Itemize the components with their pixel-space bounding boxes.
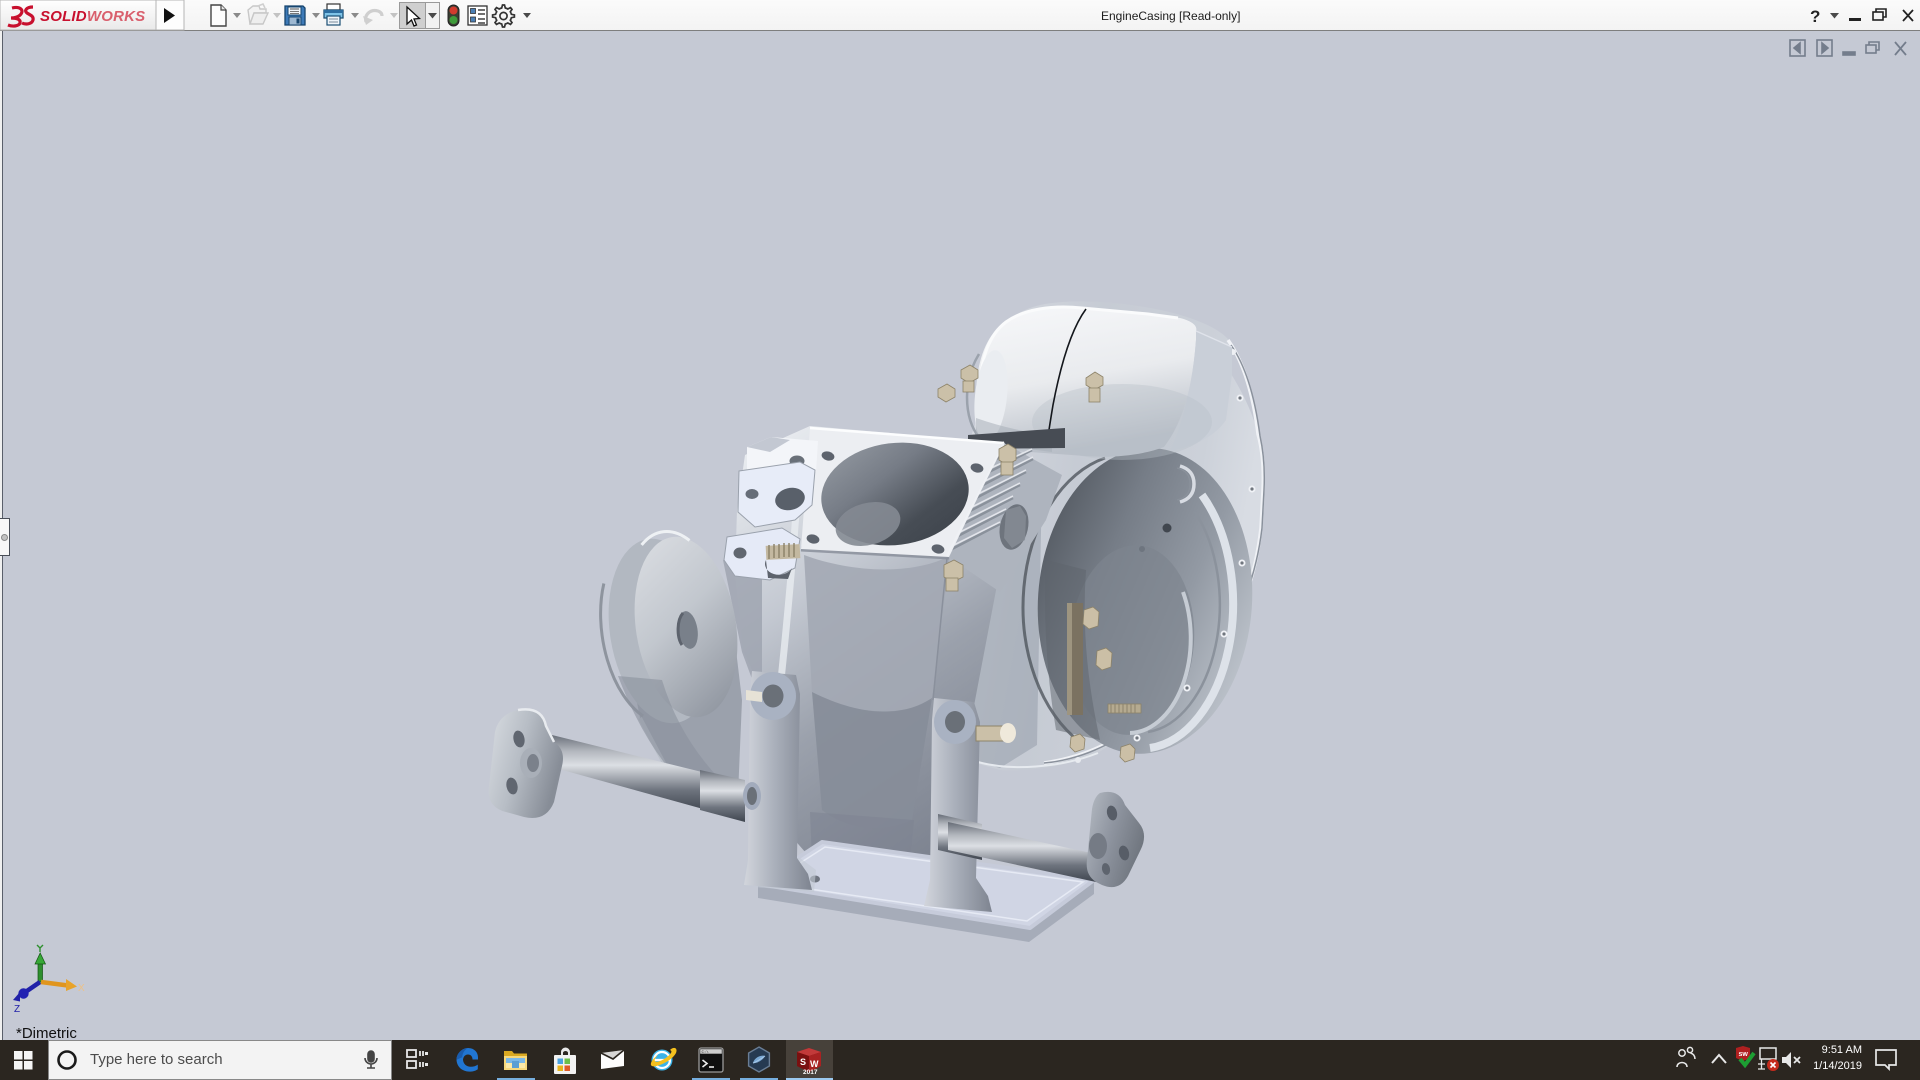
- svg-text:W: W: [810, 1059, 819, 1069]
- svg-text:?: ?: [1810, 7, 1820, 26]
- svg-text:sw: sw: [1739, 1051, 1749, 1058]
- svg-text:SOLIDWORKS: SOLIDWORKS: [40, 8, 145, 25]
- svg-text:Z: Z: [14, 1004, 20, 1015]
- svg-text:2017: 2017: [803, 1069, 818, 1076]
- svg-text:X: X: [78, 983, 85, 994]
- svg-text:C:\: C:\: [702, 1050, 710, 1055]
- svg-text:S: S: [800, 1057, 806, 1067]
